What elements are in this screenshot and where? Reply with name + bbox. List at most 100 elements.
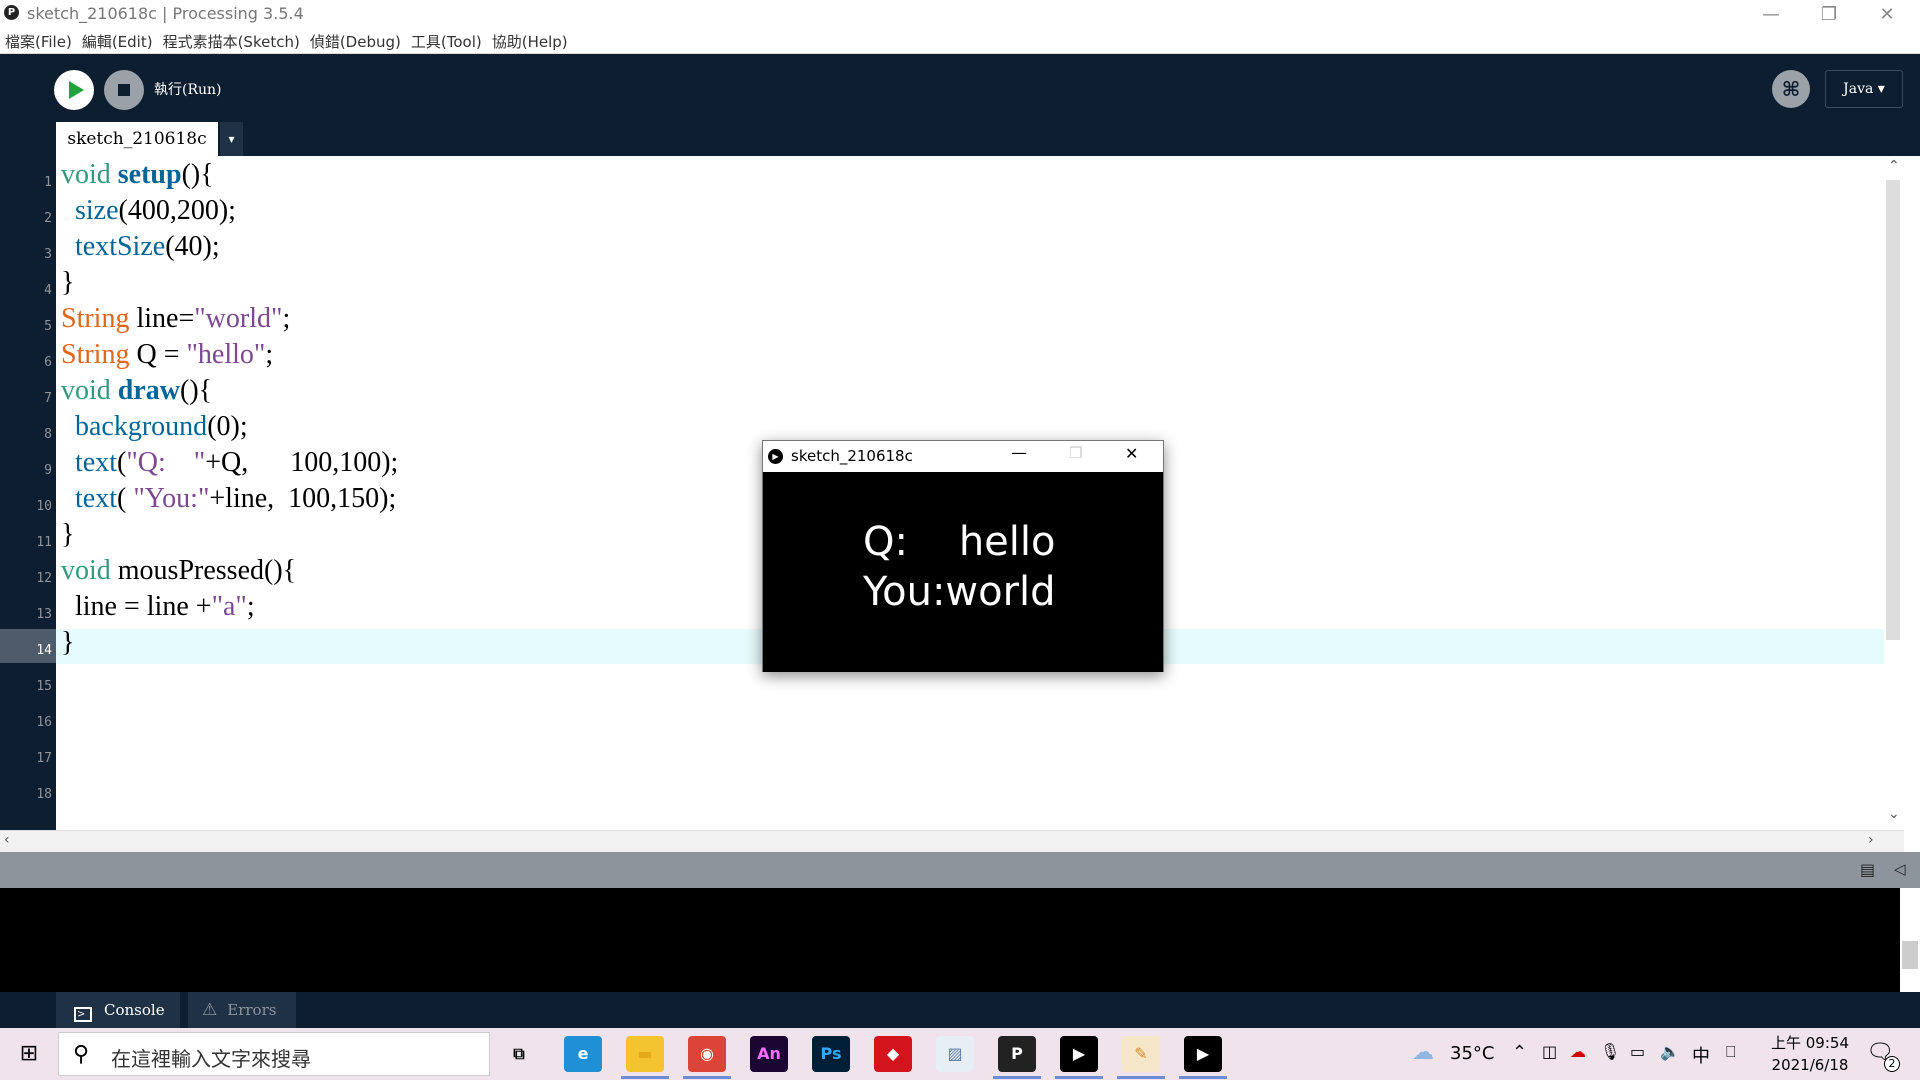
code-token: "Q: " xyxy=(126,447,206,478)
console-scrollbar[interactable] xyxy=(1900,888,1920,992)
tab-menu-chevron-icon[interactable]: ▾ xyxy=(220,122,243,156)
tab-bar xyxy=(0,120,1920,156)
code-token: ( xyxy=(117,447,127,478)
photoshop-icon[interactable]: Ps xyxy=(812,1036,850,1072)
code-token: size xyxy=(75,195,119,226)
task-view-icon[interactable]: ⧉ xyxy=(500,1036,538,1072)
code-token: text xyxy=(75,447,117,478)
maximize-button[interactable]: ❐ xyxy=(1800,0,1858,30)
collapse-icon[interactable]: ◁ xyxy=(1894,860,1906,878)
input-mode-icon[interactable]: ⎕ xyxy=(1726,1042,1736,1062)
console-divider[interactable]: ▤ ◁ xyxy=(0,852,1920,888)
menu-file[interactable]: 檔案(File) xyxy=(0,30,77,54)
close-button[interactable]: ✕ xyxy=(1858,0,1916,30)
menu-tool[interactable]: 工具(Tool) xyxy=(406,30,487,54)
microphone-icon[interactable]: 🎙 xyxy=(1600,1042,1620,1061)
sketch-maximize-button[interactable]: ❐ xyxy=(1069,444,1082,462)
battery-icon[interactable]: ▭ xyxy=(1630,1042,1645,1061)
stop-button[interactable] xyxy=(104,70,144,110)
mode-selector[interactable]: Java ▾ xyxy=(1825,70,1903,108)
sketch-minimize-button[interactable]: — xyxy=(1011,443,1027,462)
code-token: void xyxy=(61,555,111,586)
edge-icon[interactable]: e xyxy=(564,1036,602,1072)
run-button[interactable] xyxy=(54,70,94,110)
code-line-11: } xyxy=(61,519,75,550)
sketch-run-icon[interactable]: ▶ xyxy=(1060,1036,1098,1072)
scroll-left-icon[interactable]: ‹ xyxy=(4,832,10,848)
volume-icon[interactable]: 🔈 xyxy=(1660,1042,1680,1061)
code-token: background xyxy=(75,411,208,442)
editor-horizontal-scrollbar[interactable]: ‹ › xyxy=(0,830,1904,852)
clock-time: 上午 09:54 xyxy=(1771,1034,1849,1052)
scroll-down-icon[interactable]: ⌄ xyxy=(1888,806,1900,822)
code-token: line = line + xyxy=(61,591,212,622)
line-number: 10 xyxy=(36,499,52,514)
code-token: setup xyxy=(117,159,182,190)
clock-date: 2021/6/18 xyxy=(1771,1056,1849,1074)
sketch-run-2-icon[interactable]: ▶ xyxy=(1184,1036,1222,1072)
sketch-close-button[interactable]: ✕ xyxy=(1125,444,1138,463)
photos-icon[interactable]: ▨ xyxy=(936,1036,974,1072)
tab-errors[interactable]: ⚠ Errors xyxy=(188,992,296,1028)
sketch-play-icon: ▶ xyxy=(768,449,783,464)
line-number: 1 xyxy=(44,175,52,190)
animate-icon[interactable]: An xyxy=(750,1036,788,1072)
file-explorer-icon[interactable]: ▬ xyxy=(626,1036,664,1072)
code-token: text xyxy=(75,483,117,514)
scroll-right-icon[interactable]: › xyxy=(1868,832,1874,848)
menu-edit[interactable]: 編輯(Edit) xyxy=(77,30,158,54)
system-clock[interactable]: 上午 09:54 2021/6/18 xyxy=(1760,1032,1860,1076)
tab-errors-label: Errors xyxy=(227,1001,277,1019)
warning-icon: ⚠ xyxy=(202,1000,218,1020)
running-indicator xyxy=(1055,1076,1103,1079)
garena-icon[interactable]: ◆ xyxy=(874,1036,912,1072)
sketch-window[interactable]: ▶ sketch_210618c — ❐ ✕ Q: hello You:worl… xyxy=(762,440,1164,672)
code-token: ( xyxy=(117,483,134,514)
chrome-icon[interactable]: ◉ xyxy=(688,1036,726,1072)
running-indicator xyxy=(683,1076,731,1079)
weather-icon[interactable]: ☁ xyxy=(1412,1040,1434,1065)
processing-icon[interactable]: P xyxy=(998,1036,1036,1072)
running-indicator xyxy=(1117,1076,1165,1079)
meet-now-icon[interactable]: ◫ xyxy=(1542,1042,1557,1061)
code-token: Q = xyxy=(129,339,187,370)
menu-sketch[interactable]: 程式素描本(Sketch) xyxy=(158,30,305,54)
tab-console-label: Console xyxy=(104,1001,165,1019)
code-line-9: text("Q: "+Q, 100,100); xyxy=(61,445,398,481)
tab-console[interactable]: > Console xyxy=(56,992,180,1028)
menu-debug[interactable]: 偵錯(Debug) xyxy=(305,30,406,54)
taskbar-search-box[interactable]: ⚲ 在這裡輸入文字來搜尋 xyxy=(58,1032,490,1076)
editor-scroll-thumb[interactable] xyxy=(1886,180,1900,640)
clipboard-icon[interactable]: ▤ xyxy=(1860,860,1875,879)
line-number: 7 xyxy=(44,391,52,406)
weather-temperature[interactable]: 35°C xyxy=(1450,1043,1494,1064)
paint-icon[interactable]: ✎ xyxy=(1122,1036,1160,1072)
menu-help[interactable]: 協助(Help) xyxy=(487,30,573,54)
minimize-button[interactable]: — xyxy=(1742,0,1800,30)
running-indicator xyxy=(1179,1076,1227,1079)
code-line-12: void mousPressed(){ xyxy=(61,553,296,589)
onedrive-icon[interactable]: ☁ xyxy=(1570,1042,1586,1061)
sketch-text-answer: You:world xyxy=(863,569,1056,615)
code-token: (){ xyxy=(181,159,214,190)
sketch-window-titlebar[interactable]: ▶ sketch_210618c — ❐ ✕ xyxy=(763,441,1163,471)
debug-butterfly-icon[interactable]: ⌘ xyxy=(1772,70,1810,108)
code-token: String xyxy=(61,339,130,370)
processing-app-icon: P xyxy=(4,5,19,20)
console-scroll-thumb[interactable] xyxy=(1902,941,1918,969)
tab-sketch[interactable]: sketch_210618c xyxy=(56,122,218,156)
windows-start-icon[interactable]: ⊞ xyxy=(0,1028,58,1080)
code-token: "hello" xyxy=(186,339,266,370)
show-hidden-icons-chevron-icon[interactable]: ⌃ xyxy=(1512,1042,1527,1063)
search-icon: ⚲ xyxy=(73,1042,90,1067)
scroll-up-icon[interactable]: ⌃ xyxy=(1888,158,1900,174)
code-line-10: text( "You:"+line, 100,150); xyxy=(61,481,396,517)
line-number: 9 xyxy=(44,463,52,478)
menu-bar: 檔案(File) 編輯(Edit) 程式素描本(Sketch) 偵錯(Debug) 工具… xyxy=(0,30,1920,54)
line-number: 14 xyxy=(36,643,52,658)
ime-indicator[interactable]: 中 xyxy=(1692,1042,1710,1068)
sketch-canvas[interactable]: Q: hello You:world xyxy=(763,472,1163,672)
